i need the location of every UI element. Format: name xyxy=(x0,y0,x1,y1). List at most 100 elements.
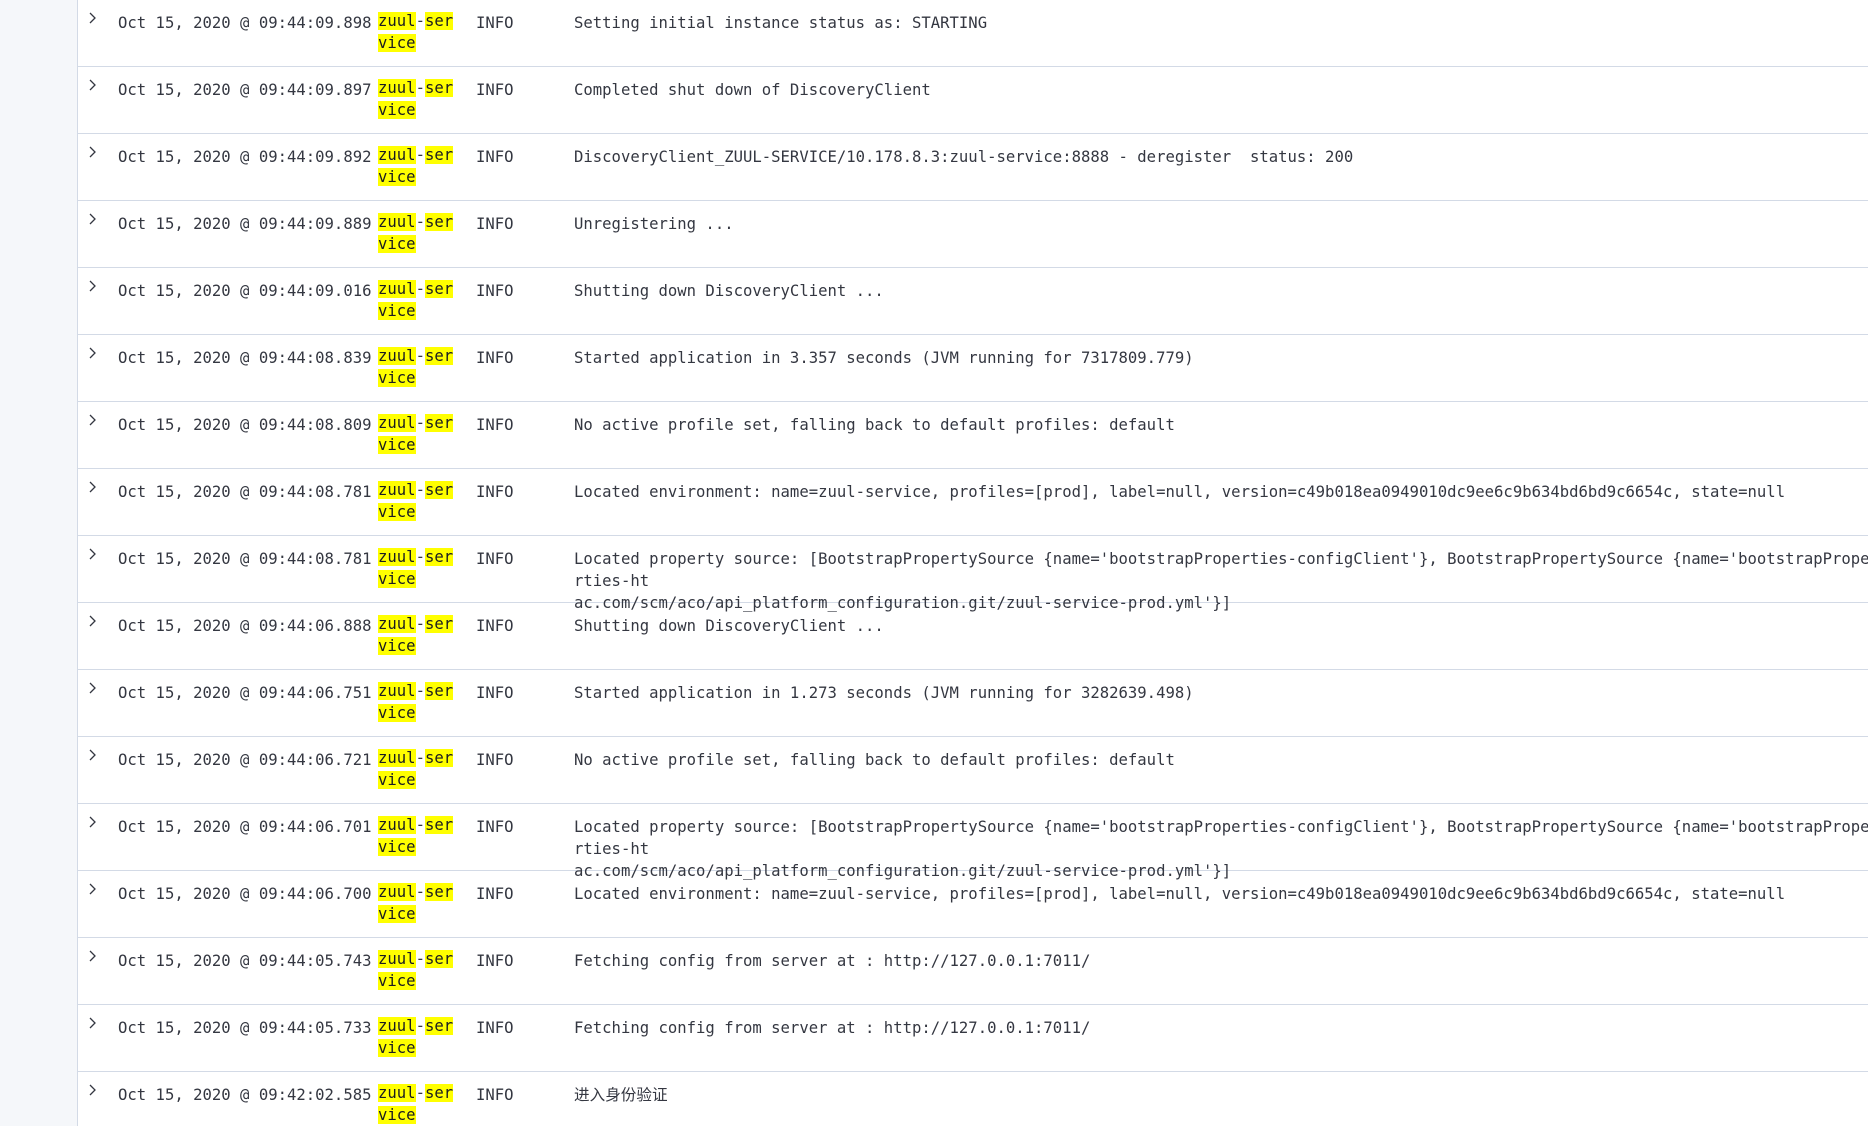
timestamp-cell: Oct 15, 2020 @ 09:44:08.809 xyxy=(118,416,372,434)
table-row[interactable]: Oct 15, 2020 @ 09:42:02.585 zuul-service… xyxy=(78,1072,1868,1126)
chevron-right-icon[interactable] xyxy=(83,1013,103,1033)
search-highlight: ser xyxy=(424,481,454,499)
service-name-cell: zuul-service xyxy=(378,1017,454,1057)
search-highlight: vice xyxy=(378,100,416,119)
search-highlight: zuul xyxy=(378,816,416,834)
chevron-right-icon[interactable] xyxy=(83,343,103,363)
chevron-right-icon[interactable] xyxy=(83,879,103,899)
search-highlight: ser xyxy=(424,1017,454,1035)
search-highlight: zuul xyxy=(378,481,416,499)
log-message-cell: Setting initial instance status as: STAR… xyxy=(574,14,988,32)
log-level-cell: INFO xyxy=(476,81,514,99)
search-highlight: zuul xyxy=(378,280,416,298)
chevron-right-icon[interactable] xyxy=(83,8,103,28)
table-row[interactable]: Oct 15, 2020 @ 09:44:09.897 zuul-service… xyxy=(78,67,1868,134)
search-highlight: vice xyxy=(378,1105,416,1124)
table-row[interactable]: Oct 15, 2020 @ 09:44:06.700 zuul-service… xyxy=(78,871,1868,938)
table-row[interactable]: Oct 15, 2020 @ 09:44:06.751 zuul-service… xyxy=(78,670,1868,737)
search-highlight: ser xyxy=(424,816,454,834)
chevron-right-icon[interactable] xyxy=(83,946,103,966)
timestamp-cell: Oct 15, 2020 @ 09:44:09.898 xyxy=(118,14,372,32)
search-highlight: zuul xyxy=(378,615,416,633)
table-row[interactable]: Oct 15, 2020 @ 09:44:09.889 zuul-service… xyxy=(78,201,1868,268)
log-level-cell: INFO xyxy=(476,550,514,568)
timestamp-cell: Oct 15, 2020 @ 09:44:08.781 xyxy=(118,550,372,568)
log-message-cell: Shutting down DiscoveryClient ... xyxy=(574,282,884,300)
log-level-cell: INFO xyxy=(476,416,514,434)
search-highlight: vice xyxy=(378,435,416,454)
table-row[interactable]: Oct 15, 2020 @ 09:44:08.809 zuul-service… xyxy=(78,402,1868,469)
table-row[interactable]: Oct 15, 2020 @ 09:44:06.721 zuul-service… xyxy=(78,737,1868,804)
table-row[interactable]: Oct 15, 2020 @ 09:44:08.839 zuul-service… xyxy=(78,335,1868,402)
search-highlight: vice xyxy=(378,234,416,253)
search-highlight: zuul xyxy=(378,548,416,566)
table-row[interactable]: Oct 15, 2020 @ 09:44:06.701 zuul-service… xyxy=(78,804,1868,880)
chevron-right-icon[interactable] xyxy=(83,209,103,229)
search-highlight: zuul xyxy=(378,213,416,231)
table-row[interactable]: Oct 15, 2020 @ 09:44:05.733 zuul-service… xyxy=(78,1005,1868,1072)
search-highlight: ser xyxy=(424,1084,454,1102)
search-highlight: vice xyxy=(378,703,416,722)
search-highlight: ser xyxy=(424,146,454,164)
search-highlight: zuul xyxy=(378,1084,416,1102)
table-row[interactable]: Oct 15, 2020 @ 09:44:05.743 zuul-service… xyxy=(78,938,1868,1005)
table-row[interactable]: Oct 15, 2020 @ 09:44:08.781 zuul-service… xyxy=(78,469,1868,536)
chevron-right-icon[interactable] xyxy=(83,1080,103,1100)
chevron-right-icon[interactable] xyxy=(83,410,103,430)
timestamp-cell: Oct 15, 2020 @ 09:44:05.743 xyxy=(118,952,372,970)
timestamp-cell: Oct 15, 2020 @ 09:44:06.751 xyxy=(118,684,372,702)
timestamp-cell: Oct 15, 2020 @ 09:44:06.701 xyxy=(118,818,372,836)
search-highlight: ser xyxy=(424,883,454,901)
log-message-cell: Located environment: name=zuul-service, … xyxy=(574,885,1786,903)
search-highlight: vice xyxy=(378,33,416,52)
timestamp-cell: Oct 15, 2020 @ 09:44:06.888 xyxy=(118,617,372,635)
chevron-right-icon[interactable] xyxy=(83,611,103,631)
log-table: Oct 15, 2020 @ 09:44:09.898 zuul-service… xyxy=(78,0,1868,1126)
table-row[interactable]: Oct 15, 2020 @ 09:44:09.892 zuul-service… xyxy=(78,134,1868,201)
search-highlight: zuul xyxy=(378,1017,416,1035)
search-highlight: vice xyxy=(378,636,416,655)
search-highlight: zuul xyxy=(378,12,416,30)
table-row[interactable]: Oct 15, 2020 @ 09:44:09.898 zuul-service… xyxy=(78,0,1868,67)
chevron-right-icon[interactable] xyxy=(83,75,103,95)
search-highlight: ser xyxy=(424,950,454,968)
search-highlight: ser xyxy=(424,615,454,633)
left-sidebar-rail xyxy=(0,0,78,1126)
log-message-cell: No active profile set, falling back to d… xyxy=(574,751,1175,769)
search-highlight: vice xyxy=(378,569,416,588)
chevron-right-icon[interactable] xyxy=(83,142,103,162)
log-level-cell: INFO xyxy=(476,14,514,32)
chevron-right-icon[interactable] xyxy=(83,276,103,296)
table-row[interactable]: Oct 15, 2020 @ 09:44:08.781 zuul-service… xyxy=(78,536,1868,612)
service-name-cell: zuul-service xyxy=(378,682,454,722)
chevron-right-icon[interactable] xyxy=(83,477,103,497)
timestamp-cell: Oct 15, 2020 @ 09:42:02.585 xyxy=(118,1086,372,1104)
chevron-right-icon[interactable] xyxy=(83,678,103,698)
service-name-cell: zuul-service xyxy=(378,12,454,52)
chevron-right-icon[interactable] xyxy=(83,745,103,765)
service-name-cell: zuul-service xyxy=(378,414,454,454)
chevron-right-icon[interactable] xyxy=(83,812,103,832)
timestamp-cell: Oct 15, 2020 @ 09:44:09.892 xyxy=(118,148,372,166)
log-message-cell: Unregistering ... xyxy=(574,215,734,233)
service-name-cell: zuul-service xyxy=(378,749,454,789)
search-highlight: vice xyxy=(378,904,416,923)
service-name-cell: zuul-service xyxy=(378,816,454,856)
log-message-cell: Located environment: name=zuul-service, … xyxy=(574,483,1786,501)
log-level-cell: INFO xyxy=(476,617,514,635)
search-highlight: vice xyxy=(378,301,416,320)
table-row[interactable]: Oct 15, 2020 @ 09:44:06.888 zuul-service… xyxy=(78,603,1868,670)
service-name-cell: zuul-service xyxy=(378,347,454,387)
timestamp-cell: Oct 15, 2020 @ 09:44:09.897 xyxy=(118,81,372,99)
table-row[interactable]: Oct 15, 2020 @ 09:44:09.016 zuul-service… xyxy=(78,268,1868,335)
log-level-cell: INFO xyxy=(476,952,514,970)
timestamp-cell: Oct 15, 2020 @ 09:44:06.700 xyxy=(118,885,372,903)
log-message-cell: Fetching config from server at : http://… xyxy=(574,952,1091,970)
log-level-cell: INFO xyxy=(476,885,514,903)
chevron-right-icon[interactable] xyxy=(83,544,103,564)
timestamp-cell: Oct 15, 2020 @ 09:44:05.733 xyxy=(118,1019,372,1037)
log-level-cell: INFO xyxy=(476,818,514,836)
service-name-cell: zuul-service xyxy=(378,548,454,588)
log-message-cell: Completed shut down of DiscoveryClient xyxy=(574,81,931,99)
search-highlight: zuul xyxy=(378,79,416,97)
